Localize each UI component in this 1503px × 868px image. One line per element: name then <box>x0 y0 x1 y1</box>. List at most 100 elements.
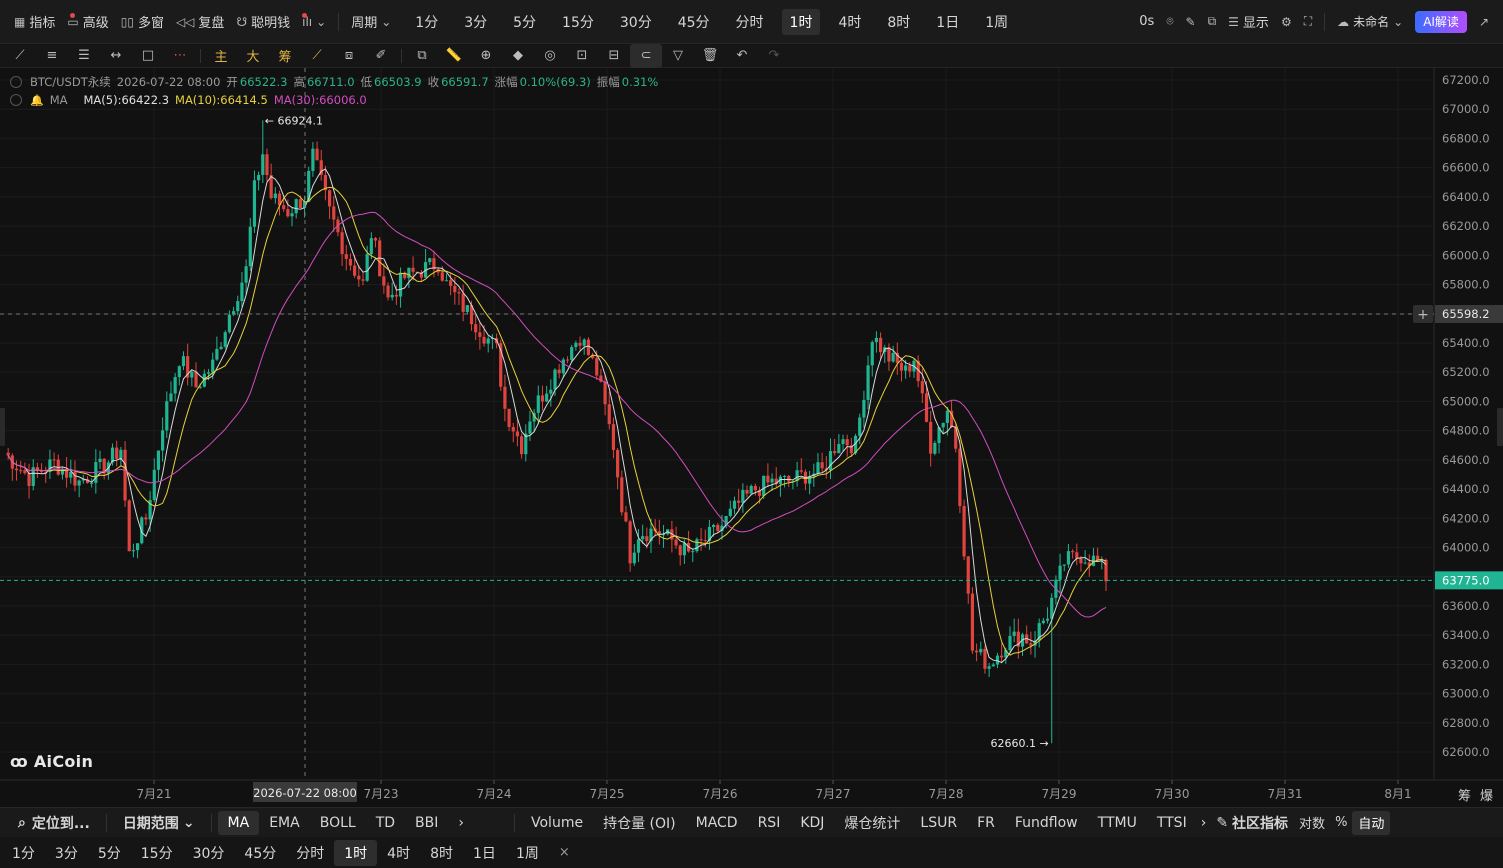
settings-button[interactable]: ⚙ <box>1275 7 1298 37</box>
fullscreen-button[interactable]: ⛶ <box>1298 7 1318 37</box>
template-button[interactable]: ⊟ <box>598 44 630 68</box>
ray-tool[interactable]: ↔ <box>100 44 132 68</box>
sub-indicator-tab-2[interactable]: MACD <box>686 811 748 835</box>
magnet-button[interactable]: ⊂ <box>630 43 662 68</box>
hline-tool[interactable]: ☰ <box>68 44 100 68</box>
visibility-button[interactable]: ◎ <box>534 44 566 68</box>
popout-button[interactable]: ⧉ <box>1202 7 1223 37</box>
left-panel-handle[interactable] <box>0 408 5 446</box>
period-tab-4[interactable]: 30分 <box>612 9 660 35</box>
period-tab-5[interactable]: 45分 <box>670 9 718 35</box>
filter-button[interactable]: ▽ <box>662 44 694 68</box>
period-tab-1[interactable]: 3分 <box>456 9 495 35</box>
bottom-period-tab-10[interactable]: 1日 <box>463 840 506 866</box>
signal-button[interactable]: ⟋ <box>301 44 333 68</box>
auto-scale-button[interactable]: 自动 <box>1352 810 1391 835</box>
layout-dropdown[interactable]: ☁ 未命名 ⌄ <box>1331 7 1409 37</box>
big-order-button[interactable]: 大 <box>237 44 269 68</box>
community-indicators-button[interactable]: ✎ 社区指标 <box>1210 811 1294 835</box>
period-tab-11[interactable]: 1周 <box>977 9 1016 35</box>
sub-indicator-tab-8[interactable]: Fundflow <box>1005 811 1088 835</box>
bottom-period-tab-7[interactable]: 1时 <box>334 839 378 866</box>
bottom-period-tab-2[interactable]: 5分 <box>88 840 131 866</box>
bottom-period-tab-6[interactable]: 分时 <box>286 840 334 866</box>
eraser-button[interactable]: ◆ <box>502 44 534 68</box>
chart-area[interactable]: 67200.0 67000.0 66800.0 66600.0 66400.0 66200… <box>0 68 1503 806</box>
expand-main-button[interactable]: › <box>448 811 474 835</box>
more-tools[interactable]: ⋯ <box>164 44 196 68</box>
period-tab-6[interactable]: 分时 <box>728 9 772 35</box>
main-indicator-tab-4[interactable]: BBI <box>405 811 448 835</box>
bottom-period-tab-4[interactable]: 30分 <box>183 840 235 866</box>
chip-axis-label[interactable]: 筹 <box>1458 788 1471 804</box>
right-panel-handle[interactable] <box>1497 408 1503 446</box>
bottom-period-tab-8[interactable]: 4时 <box>377 840 420 866</box>
locate-button[interactable]: ⌕ 定位到... <box>8 811 100 835</box>
toggle-icon[interactable] <box>10 94 22 106</box>
sub-indicator-tab-3[interactable]: RSI <box>748 811 791 835</box>
period-tab-9[interactable]: 8时 <box>879 9 918 35</box>
main-indicator-tab-3[interactable]: TD <box>366 811 405 835</box>
main-indicator-tab-1[interactable]: EMA <box>259 811 310 835</box>
display-button[interactable]: ☰ 显示 <box>1222 7 1275 37</box>
sub-indicator-tab-0[interactable]: Volume <box>521 811 593 835</box>
toggle-icon[interactable] <box>10 76 22 88</box>
candle-type-button[interactable]: ılı ⌄ <box>296 7 332 37</box>
period-tab-7[interactable]: 1时 <box>781 8 821 35</box>
copy-button[interactable]: ⧉ <box>406 44 438 68</box>
bottom-period-tab-5[interactable]: 45分 <box>234 840 286 866</box>
compare-button[interactable]: ⧈ <box>333 44 365 68</box>
bottom-period-tab-0[interactable]: 1分 <box>2 840 45 866</box>
close-period-bar-button[interactable]: × <box>549 840 580 866</box>
screenshot-button[interactable]: ⌾ <box>1160 7 1179 37</box>
plus-icon[interactable]: + <box>1417 307 1429 323</box>
bottom-period-tab-9[interactable]: 8时 <box>420 840 463 866</box>
ruler-button[interactable]: 📏 <box>438 44 470 68</box>
bottom-period-tab-1[interactable]: 3分 <box>45 840 88 866</box>
period-tab-8[interactable]: 4时 <box>830 9 869 35</box>
sub-indicator-tab-5[interactable]: 爆仓统计 <box>834 811 910 835</box>
price-chart[interactable]: 67200.0 67000.0 66800.0 66600.0 66400.0 66200… <box>0 68 1503 806</box>
sub-indicator-tab-9[interactable]: TTMU <box>1088 811 1147 835</box>
advanced-button[interactable]: ▭ 高级 <box>61 7 114 37</box>
brush-button[interactable]: ✐ <box>365 44 397 68</box>
main-indicator-tab-0[interactable]: MA <box>217 810 260 835</box>
lock-button[interactable]: ⊡ <box>566 44 598 68</box>
period-tab-3[interactable]: 15分 <box>554 9 602 35</box>
sub-indicator-tab-1[interactable]: 持仓量 (OI) <box>593 811 686 835</box>
log-scale-button[interactable]: 对数 <box>1294 811 1330 835</box>
bottom-period-tab-11[interactable]: 1周 <box>506 840 549 866</box>
period-tab-2[interactable]: 5分 <box>505 9 544 35</box>
ai-analysis-button[interactable]: AI解读 <box>1409 7 1473 37</box>
period-tab-0[interactable]: 1分 <box>407 9 446 35</box>
period-tab-10[interactable]: 1日 <box>928 9 967 35</box>
chip-button[interactable]: 筹 <box>269 44 301 68</box>
indicators-button[interactable]: ▦ 指标 <box>8 7 75 37</box>
liquidation-axis-label[interactable]: 爆 <box>1480 789 1493 804</box>
zoom-button[interactable]: ⊕ <box>470 44 502 68</box>
sub-indicator-tab-10[interactable]: TTSI <box>1147 811 1197 835</box>
main-chart-button[interactable]: 主 <box>205 44 237 68</box>
undo-button[interactable]: ↶ <box>726 44 758 68</box>
bottom-period-tab-3[interactable]: 15分 <box>131 840 183 866</box>
period-dropdown[interactable]: 周期 ⌄ <box>345 7 397 37</box>
main-indicator-tab-2[interactable]: BOLL <box>310 811 366 835</box>
candlestick-icon: ılı <box>302 14 313 29</box>
rect-tool[interactable]: □ <box>132 44 164 68</box>
smart-money-button[interactable]: ☋ 聪明钱 <box>230 7 308 37</box>
date-range-button[interactable]: 日期范围 ⌄ <box>113 811 205 835</box>
bell-icon[interactable]: 🔔 <box>30 94 44 107</box>
replay-button[interactable]: ◁◁ 复盘 <box>170 7 230 37</box>
parallel-tool[interactable]: ≡ <box>36 44 68 68</box>
trendline-tool[interactable]: ⟋ <box>4 44 36 68</box>
expand-sub-button[interactable]: › <box>1197 811 1211 835</box>
edit-button[interactable]: ✎ <box>1180 7 1202 37</box>
trend-button[interactable]: ↗ <box>1473 7 1495 37</box>
redo-button[interactable]: ↷ <box>758 44 790 68</box>
sub-indicator-tab-7[interactable]: FR <box>967 811 1005 835</box>
delete-button[interactable]: 🗑 <box>694 44 726 68</box>
sub-indicator-tab-6[interactable]: LSUR <box>910 811 967 835</box>
multi-window-button[interactable]: ▯▯ 多窗 <box>115 7 170 37</box>
percent-scale-button[interactable]: % <box>1330 811 1352 835</box>
sub-indicator-tab-4[interactable]: KDJ <box>790 811 834 835</box>
